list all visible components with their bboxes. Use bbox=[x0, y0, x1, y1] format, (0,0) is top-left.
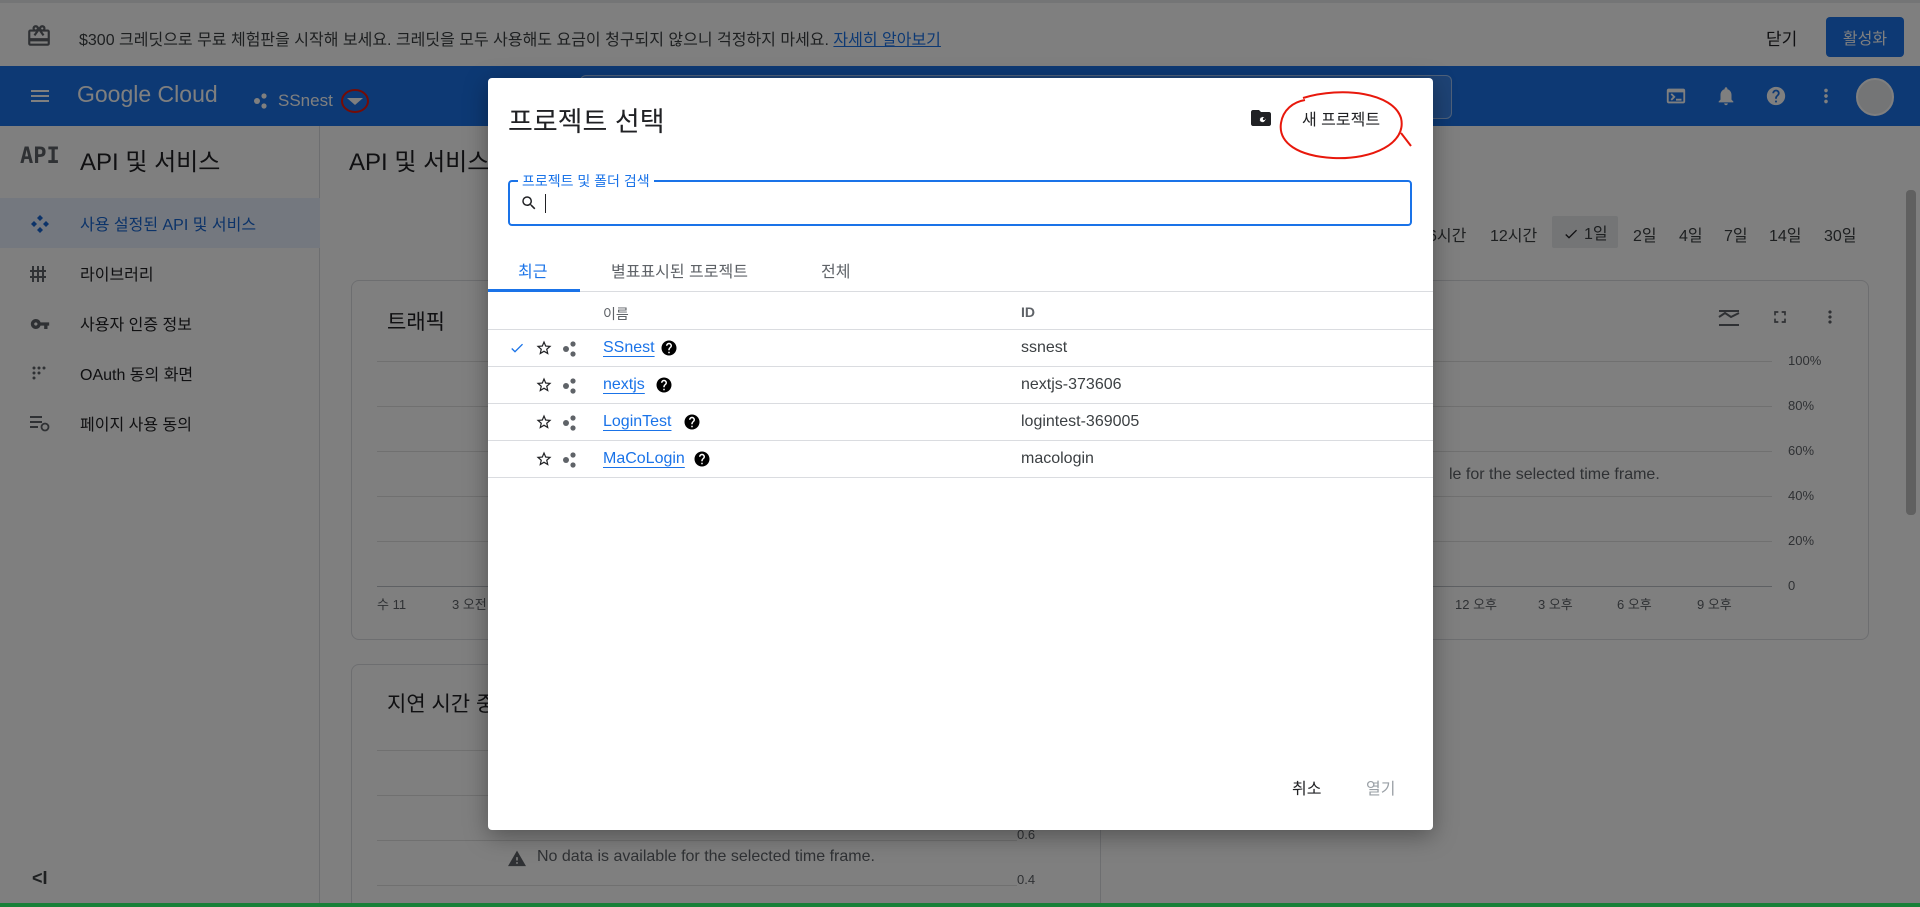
table-row[interactable]: LoginTest logintest-369005 bbox=[488, 404, 1433, 441]
folder-settings-icon[interactable] bbox=[1248, 106, 1274, 130]
star-icon[interactable] bbox=[535, 413, 553, 431]
project-id: macologin bbox=[1021, 450, 1094, 467]
table-header: 이름 ID bbox=[488, 292, 1433, 330]
star-icon[interactable] bbox=[535, 376, 553, 394]
open-button[interactable]: 열기 bbox=[1366, 775, 1395, 799]
tab-starred[interactable]: 별표표시된 프로젝트 bbox=[611, 258, 748, 282]
text-cursor bbox=[545, 194, 546, 213]
project-search-input[interactable]: 프로젝트 및 폴더 검색 bbox=[508, 171, 1412, 226]
help-circle-icon[interactable] bbox=[693, 450, 711, 468]
cancel-button[interactable]: 취소 bbox=[1292, 775, 1321, 799]
dialog-title: 프로젝트 선택 bbox=[508, 107, 665, 137]
project-name-link[interactable]: MaCoLogin bbox=[603, 450, 685, 468]
project-org-icon bbox=[561, 414, 579, 432]
tab-all[interactable]: 전체 bbox=[821, 258, 850, 282]
column-header-name: 이름 bbox=[603, 306, 629, 322]
check-icon bbox=[508, 340, 526, 356]
project-org-icon bbox=[561, 340, 579, 358]
new-project-button[interactable]: 새 프로젝트 bbox=[1302, 106, 1380, 130]
star-icon[interactable] bbox=[535, 339, 553, 357]
project-name-link[interactable]: LoginTest bbox=[603, 413, 672, 431]
star-icon[interactable] bbox=[535, 450, 553, 468]
help-circle-icon[interactable] bbox=[660, 339, 678, 357]
project-id: nextjs-373606 bbox=[1021, 376, 1122, 393]
table-row[interactable]: SSnest ssnest bbox=[488, 330, 1433, 367]
project-org-icon bbox=[561, 451, 579, 469]
table-row[interactable]: MaCoLogin macologin bbox=[488, 441, 1433, 478]
table-row[interactable]: nextjs nextjs-373606 bbox=[488, 367, 1433, 404]
project-org-icon bbox=[561, 377, 579, 395]
dialog-tabs: 최근 별표표시된 프로젝트 전체 bbox=[488, 244, 1433, 292]
column-header-id: ID bbox=[1021, 304, 1035, 320]
project-name-link[interactable]: nextjs bbox=[603, 376, 645, 394]
project-name-link[interactable]: SSnest bbox=[603, 339, 655, 357]
project-id: ssnest bbox=[1021, 339, 1068, 356]
project-id: logintest-369005 bbox=[1021, 413, 1140, 430]
search-field-label: 프로젝트 및 폴더 검색 bbox=[518, 171, 654, 191]
help-circle-icon[interactable] bbox=[655, 376, 673, 394]
search-icon bbox=[520, 194, 538, 212]
help-circle-icon[interactable] bbox=[683, 413, 701, 431]
status-line bbox=[0, 903, 1920, 907]
project-select-dialog: 프로젝트 선택 새 프로젝트 프로젝트 및 폴더 검색 최근 별표표시된 프로젝… bbox=[488, 78, 1433, 830]
tab-recent[interactable]: 최근 bbox=[518, 258, 547, 282]
